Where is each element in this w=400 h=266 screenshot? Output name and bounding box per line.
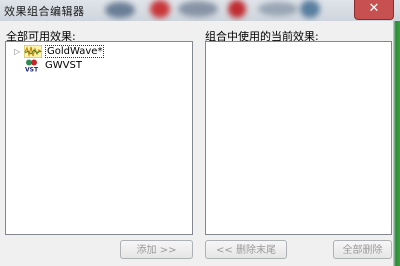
close-button[interactable]: ✕ [354,0,394,20]
title-bar[interactable]: 效果组合编辑器 ✕ [0,0,400,21]
remove-all-button[interactable]: 全部删除 [333,240,392,259]
remove-last-button[interactable]: << 删除末尾 [205,240,287,259]
add-effect-button[interactable]: 添加 >> [120,240,193,259]
tree-item-goldwave[interactable]: ▷ GoldWave* [14,44,105,58]
background-blob [178,1,218,17]
goldwave-icon [24,44,42,58]
background-edge [393,21,400,266]
tree-item-gwvst[interactable]: VST GWVST [14,58,82,72]
background-blob [300,0,320,18]
background-blob [258,2,298,16]
tree-item-label: GWVST [45,59,82,71]
expand-arrow-icon[interactable]: ▷ [14,47,22,56]
svg-text:VST: VST [25,66,39,72]
current-effects-list[interactable] [205,41,392,235]
background-blob [228,0,246,18]
close-icon: ✕ [368,1,380,16]
background-blob [150,0,170,18]
tree-item-label: GoldWave* [45,44,105,58]
vst-icon: VST [25,59,39,72]
available-effects-tree[interactable]: ▷ GoldWave* VST GWVST [5,41,193,235]
window-title: 效果组合编辑器 [4,5,85,18]
effect-chain-editor-window: 效果组合编辑器 ✕ 全部可用效果: 组合中使用的当前效果: ▷ GoldWave… [0,0,400,266]
background-blob [105,2,135,18]
